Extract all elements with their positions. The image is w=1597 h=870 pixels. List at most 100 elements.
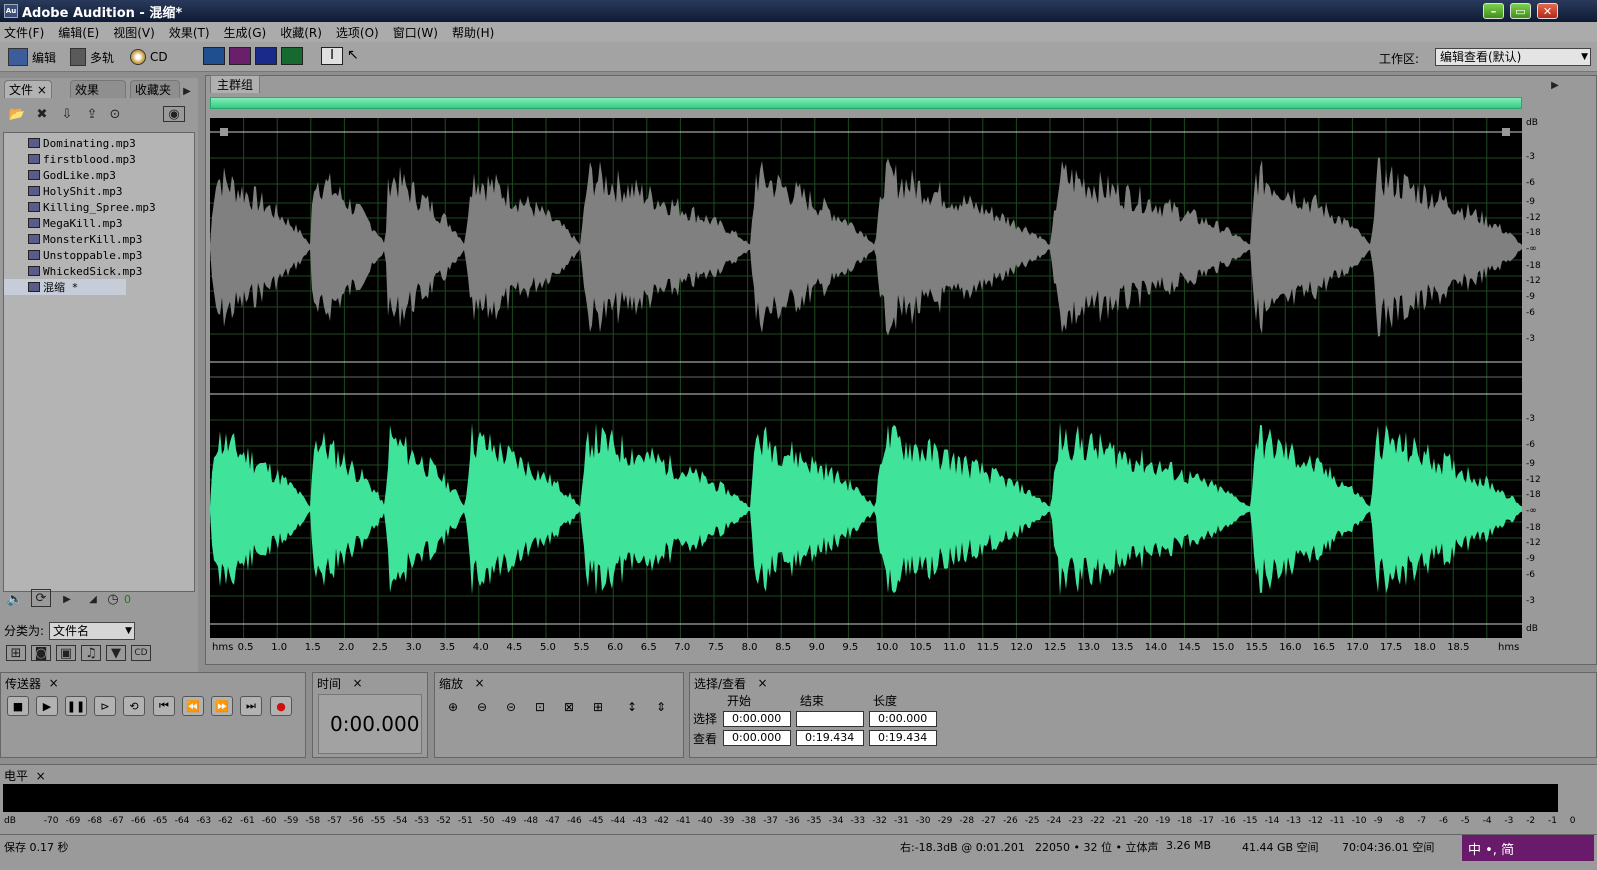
audio-file-icon <box>28 202 40 212</box>
edit-view-button[interactable]: 编辑 <box>8 47 56 67</box>
file-item[interactable]: firstblood.mp3 <box>4 151 194 167</box>
meter-tick: -26 <box>1003 816 1018 826</box>
menu-favorites[interactable]: 收藏(R) <box>280 24 322 41</box>
meter-tick: -47 <box>545 816 560 826</box>
rewind-button[interactable]: ⏪ <box>182 696 204 716</box>
view-row-label: 查看 <box>693 732 718 746</box>
menu-generate[interactable]: 生成(G) <box>224 24 267 41</box>
insert-multitrack-icon[interactable]: ⇪ <box>83 106 101 122</box>
insert-cd-icon[interactable]: ⊙ <box>106 106 124 122</box>
menu-file[interactable]: 文件(F) <box>4 24 44 41</box>
time-ruler[interactable]: hms 0.5 1.0 1.5 2.0 2.5 3.0 3.5 4.0 4.5 5.0 5.5 6.0 6… <box>210 638 1522 656</box>
spectral-view-button[interactable] <box>229 47 251 65</box>
meter-tick: -59 <box>283 816 299 826</box>
zoom-right-edge-icon[interactable]: ⊞ <box>588 698 608 716</box>
meter-tick: -16 <box>1221 816 1236 826</box>
zoom-in-horizontal-icon[interactable]: ⊕ <box>443 698 463 716</box>
start-marker-handle[interactable] <box>220 128 228 136</box>
open-file-icon[interactable]: 📂 <box>8 106 26 122</box>
multitrack-button[interactable]: 多轨 <box>70 47 114 67</box>
marquee-tool-icon[interactable]: ↖ <box>347 47 369 65</box>
pan-view-button[interactable] <box>281 47 303 65</box>
selection-end-field[interactable] <box>796 711 864 727</box>
menu-view[interactable]: 视图(V) <box>113 24 155 41</box>
end-marker-handle[interactable] <box>1502 128 1510 136</box>
tab-effects[interactable]: 效果 <box>70 80 126 98</box>
zoom-out-horizontal-icon[interactable]: ⊖ <box>472 698 492 716</box>
overview-bar[interactable] <box>210 97 1522 109</box>
record-button[interactable]: ● <box>270 696 292 716</box>
file-item[interactable]: HolyShit.mp3 <box>4 183 194 199</box>
panel-menu-icon[interactable]: ▶ <box>178 83 196 99</box>
maximize-button[interactable]: ▭ <box>1510 3 1531 19</box>
filter-cd-icon[interactable]: CD <box>131 645 151 661</box>
volume-knob-icon[interactable]: ◷ <box>104 591 122 607</box>
selection-length-field[interactable]: 0:00.000 <box>869 711 937 727</box>
tab-main-group[interactable]: 主群组 <box>210 75 261 93</box>
menu-edit[interactable]: 编辑(E) <box>58 24 99 41</box>
workspace-select[interactable]: 编辑查看(默认) <box>1435 48 1591 66</box>
ime-indicator[interactable]: 中 •, 简 <box>1462 835 1594 861</box>
sort-select[interactable]: 文件名 <box>49 622 135 640</box>
tab-favorites[interactable]: 收藏夹 <box>130 80 180 98</box>
go-to-start-button[interactable]: ⏮ <box>153 696 175 716</box>
time-tick: 14.0 <box>1144 642 1168 653</box>
view-end-field[interactable]: 0:19.434 <box>796 730 864 746</box>
view-length-field[interactable]: 0:19.434 <box>869 730 937 746</box>
meter-tick: -38 <box>741 816 757 826</box>
zoom-in-vertical-icon[interactable]: ↕ <box>622 698 642 716</box>
filter-loop-icon[interactable]: ▣ <box>56 645 76 661</box>
file-item-selected[interactable]: 混缩 * <box>4 279 126 295</box>
loop-play-button[interactable]: ⟲ <box>123 696 145 716</box>
meter-tick: -46 <box>567 816 582 826</box>
panel-menu-icon[interactable]: ▶ <box>1546 77 1564 93</box>
file-item[interactable]: Killing_Spree.mp3 <box>4 199 194 215</box>
fast-forward-button[interactable]: ⏩ <box>211 696 233 716</box>
menu-help[interactable]: 帮助(H) <box>452 24 494 41</box>
time-select-tool-icon[interactable]: I <box>321 47 343 65</box>
filter-all-icon[interactable]: ⊞ <box>6 645 26 661</box>
file-item[interactable]: GodLike.mp3 <box>4 167 194 183</box>
file-item[interactable]: WhickedSick.mp3 <box>4 263 194 279</box>
display-options-icon[interactable]: ◉ <box>163 106 185 122</box>
meter-tick: -65 <box>152 816 168 826</box>
stop-button[interactable]: ■ <box>7 696 29 716</box>
minimize-button[interactable]: – <box>1483 3 1504 19</box>
view-start-field[interactable]: 0:00.000 <box>723 730 791 746</box>
meter-tick: -45 <box>588 816 604 826</box>
close-file-icon[interactable]: ✖ <box>33 106 51 122</box>
play-preview-icon[interactable]: ▶ <box>58 591 76 607</box>
file-item[interactable]: MonsterKill.mp3 <box>4 231 194 247</box>
filter-audio-icon[interactable]: ◙ <box>31 645 51 661</box>
selection-start-field[interactable]: 0:00.000 <box>723 711 791 727</box>
pause-button[interactable]: ❚❚ <box>65 696 87 716</box>
zoom-selection-icon[interactable]: ⊡ <box>530 698 550 716</box>
import-icon[interactable]: ⇩ <box>58 106 76 122</box>
filter-video-icon[interactable]: ▼ <box>106 645 126 661</box>
go-to-end-button[interactable]: ⏭ <box>240 696 262 716</box>
play-to-end-button[interactable]: ⊳ <box>94 696 116 716</box>
tab-files[interactable]: 文件 × <box>4 80 52 98</box>
play-button[interactable]: ▶ <box>36 696 58 716</box>
menu-window[interactable]: 窗口(W) <box>393 24 438 41</box>
file-item[interactable]: MegaKill.mp3 <box>4 215 194 231</box>
spectral-pitch-button[interactable] <box>255 47 277 65</box>
cd-button[interactable]: CD <box>130 47 168 67</box>
zoom-left-edge-icon[interactable]: ⊠ <box>559 698 579 716</box>
loop-icon[interactable]: ⟳ <box>31 589 51 607</box>
db-tick: -9 <box>1526 292 1535 302</box>
zoom-out-vertical-icon[interactable]: ⇕ <box>651 698 671 716</box>
waveform-view-button[interactable] <box>203 47 225 65</box>
waveform-display[interactable] <box>210 118 1522 638</box>
menu-options[interactable]: 选项(O) <box>336 24 379 41</box>
close-button[interactable]: ✕ <box>1537 3 1558 19</box>
filter-midi-icon[interactable]: ♫ <box>81 645 101 661</box>
menu-effects[interactable]: 效果(T) <box>169 24 210 41</box>
zoom-out-full-icon[interactable]: ⊝ <box>501 698 521 716</box>
file-name: WhickedSick.mp3 <box>43 264 143 278</box>
meter-tick: -50 <box>479 816 495 826</box>
file-item[interactable]: Dominating.mp3 <box>4 135 194 151</box>
meter-tick: -18 <box>1177 816 1193 826</box>
file-item[interactable]: Unstoppable.mp3 <box>4 247 194 263</box>
speaker-icon[interactable]: 🔈 <box>6 591 24 607</box>
